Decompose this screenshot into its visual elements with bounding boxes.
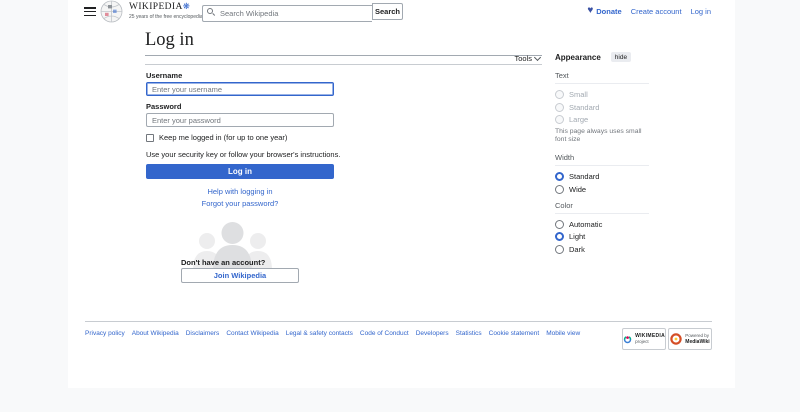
footer-divider	[85, 321, 712, 322]
tools-label: Tools	[514, 54, 532, 63]
search-icon	[207, 7, 213, 14]
radio-text-standard[interactable]: Standard	[555, 102, 649, 112]
security-key-note: Use your security key or follow your bro…	[146, 150, 341, 159]
password-label: Password	[146, 102, 182, 111]
radio-icon	[555, 219, 564, 229]
footer-link-mobile[interactable]: Mobile view	[546, 330, 580, 337]
wikipedia-globe-logo[interactable]	[98, 0, 125, 28]
donate-link[interactable]: ♥ Donate	[587, 6, 621, 16]
powered-by-mediawiki-badge[interactable]: Powered by MediaWiki	[668, 328, 712, 350]
hide-appearance-button[interactable]: hide	[610, 52, 632, 62]
logo-tagline: 25 years of the free encyclopedia	[129, 13, 203, 20]
header-user-links: ♥ Donate Create account Log in	[587, 6, 711, 16]
radio-text-small[interactable]: Small	[555, 90, 649, 99]
width-section: Width Standard Wide	[555, 153, 649, 194]
password-input[interactable]	[146, 113, 334, 127]
wikimedia-foundation-badge[interactable]: WIKIMEDIA project	[622, 328, 666, 350]
footer-link-conduct[interactable]: Code of Conduct	[360, 330, 409, 337]
radio-icon	[555, 244, 564, 254]
wikimedia-logo-icon	[623, 335, 632, 343]
heart-icon: ♥	[587, 5, 594, 16]
chevron-down-icon	[533, 53, 542, 61]
text-size-section: Text Small Standard Large This page alwa…	[555, 71, 649, 145]
footer-badges: WIKIMEDIA project Powered by MediaWiki	[622, 328, 712, 350]
help-logging-in-link[interactable]: Help with logging in	[146, 187, 334, 196]
radio-icon	[555, 184, 564, 194]
footer-link-statistics[interactable]: Statistics	[456, 330, 482, 337]
radio-color-dark[interactable]: Dark	[555, 244, 649, 254]
footer-link-contact[interactable]: Contact Wikipedia	[226, 330, 278, 337]
radio-color-automatic[interactable]: Automatic	[555, 219, 649, 229]
radio-checked-icon	[555, 232, 564, 242]
search-input[interactable]	[202, 5, 372, 22]
hamburger-menu-icon[interactable]	[84, 7, 96, 16]
content-surface: WIKIPEDIA❋ 25 years of the free encyclop…	[68, 0, 735, 388]
appearance-panel: Appearance hide Text Small Standard Larg…	[555, 52, 649, 261]
width-section-label: Width	[555, 153, 649, 167]
radio-text-large[interactable]: Large	[555, 115, 649, 124]
radio-icon	[555, 102, 564, 112]
wikipedia-wordmark[interactable]: WIKIPEDIA❋ 25 years of the free encyclop…	[129, 2, 203, 20]
appearance-title: Appearance	[555, 52, 601, 62]
radio-color-light[interactable]: Light	[555, 232, 649, 242]
radio-checked-icon	[555, 172, 564, 182]
footer-link-disclaimers[interactable]: Disclaimers	[186, 330, 220, 337]
keep-logged-in-row: Keep me logged in (for up to one year)	[146, 133, 287, 142]
username-label: Username	[146, 71, 183, 80]
log-in-submit-button[interactable]: Log in	[146, 164, 334, 179]
text-section-label: Text	[555, 71, 649, 84]
color-section-label: Color	[555, 201, 649, 214]
radio-width-standard[interactable]: Standard	[555, 172, 649, 182]
anniversary-puzzle-flower-icon: ❋	[182, 1, 191, 11]
footer-link-privacy[interactable]: Privacy policy	[85, 330, 125, 337]
forgot-password-link[interactable]: Forgot your password?	[146, 199, 334, 208]
footer-link-developers[interactable]: Developers	[416, 330, 449, 337]
join-wikipedia-button[interactable]: Join Wikipedia	[181, 268, 299, 283]
keep-logged-in-checkbox[interactable]	[146, 133, 154, 142]
radio-icon	[555, 90, 564, 99]
text-size-note: This page always uses small font size	[555, 127, 642, 144]
footer-links: Privacy policy About Wikipedia Disclaime…	[85, 330, 580, 337]
tools-dropdown[interactable]: Tools	[145, 53, 542, 65]
color-section: Color Automatic Light Dark	[555, 201, 649, 254]
keep-logged-in-label: Keep me logged in (for up to one year)	[159, 133, 288, 142]
mediawiki-logo-icon	[670, 333, 682, 345]
username-input[interactable]	[146, 82, 334, 96]
search-bar: Search	[202, 3, 403, 22]
footer-link-legal[interactable]: Legal & safety contacts	[286, 330, 353, 337]
search-button[interactable]: Search	[372, 3, 403, 20]
footer-link-cookies[interactable]: Cookie statement	[489, 330, 540, 337]
no-account-text: Don't have an account?	[181, 258, 266, 267]
radio-width-wide[interactable]: Wide	[555, 184, 649, 194]
radio-icon	[555, 115, 564, 124]
create-account-link[interactable]: Create account	[631, 7, 682, 16]
log-in-link[interactable]: Log in	[691, 7, 711, 16]
footer-link-about[interactable]: About Wikipedia	[132, 330, 179, 337]
